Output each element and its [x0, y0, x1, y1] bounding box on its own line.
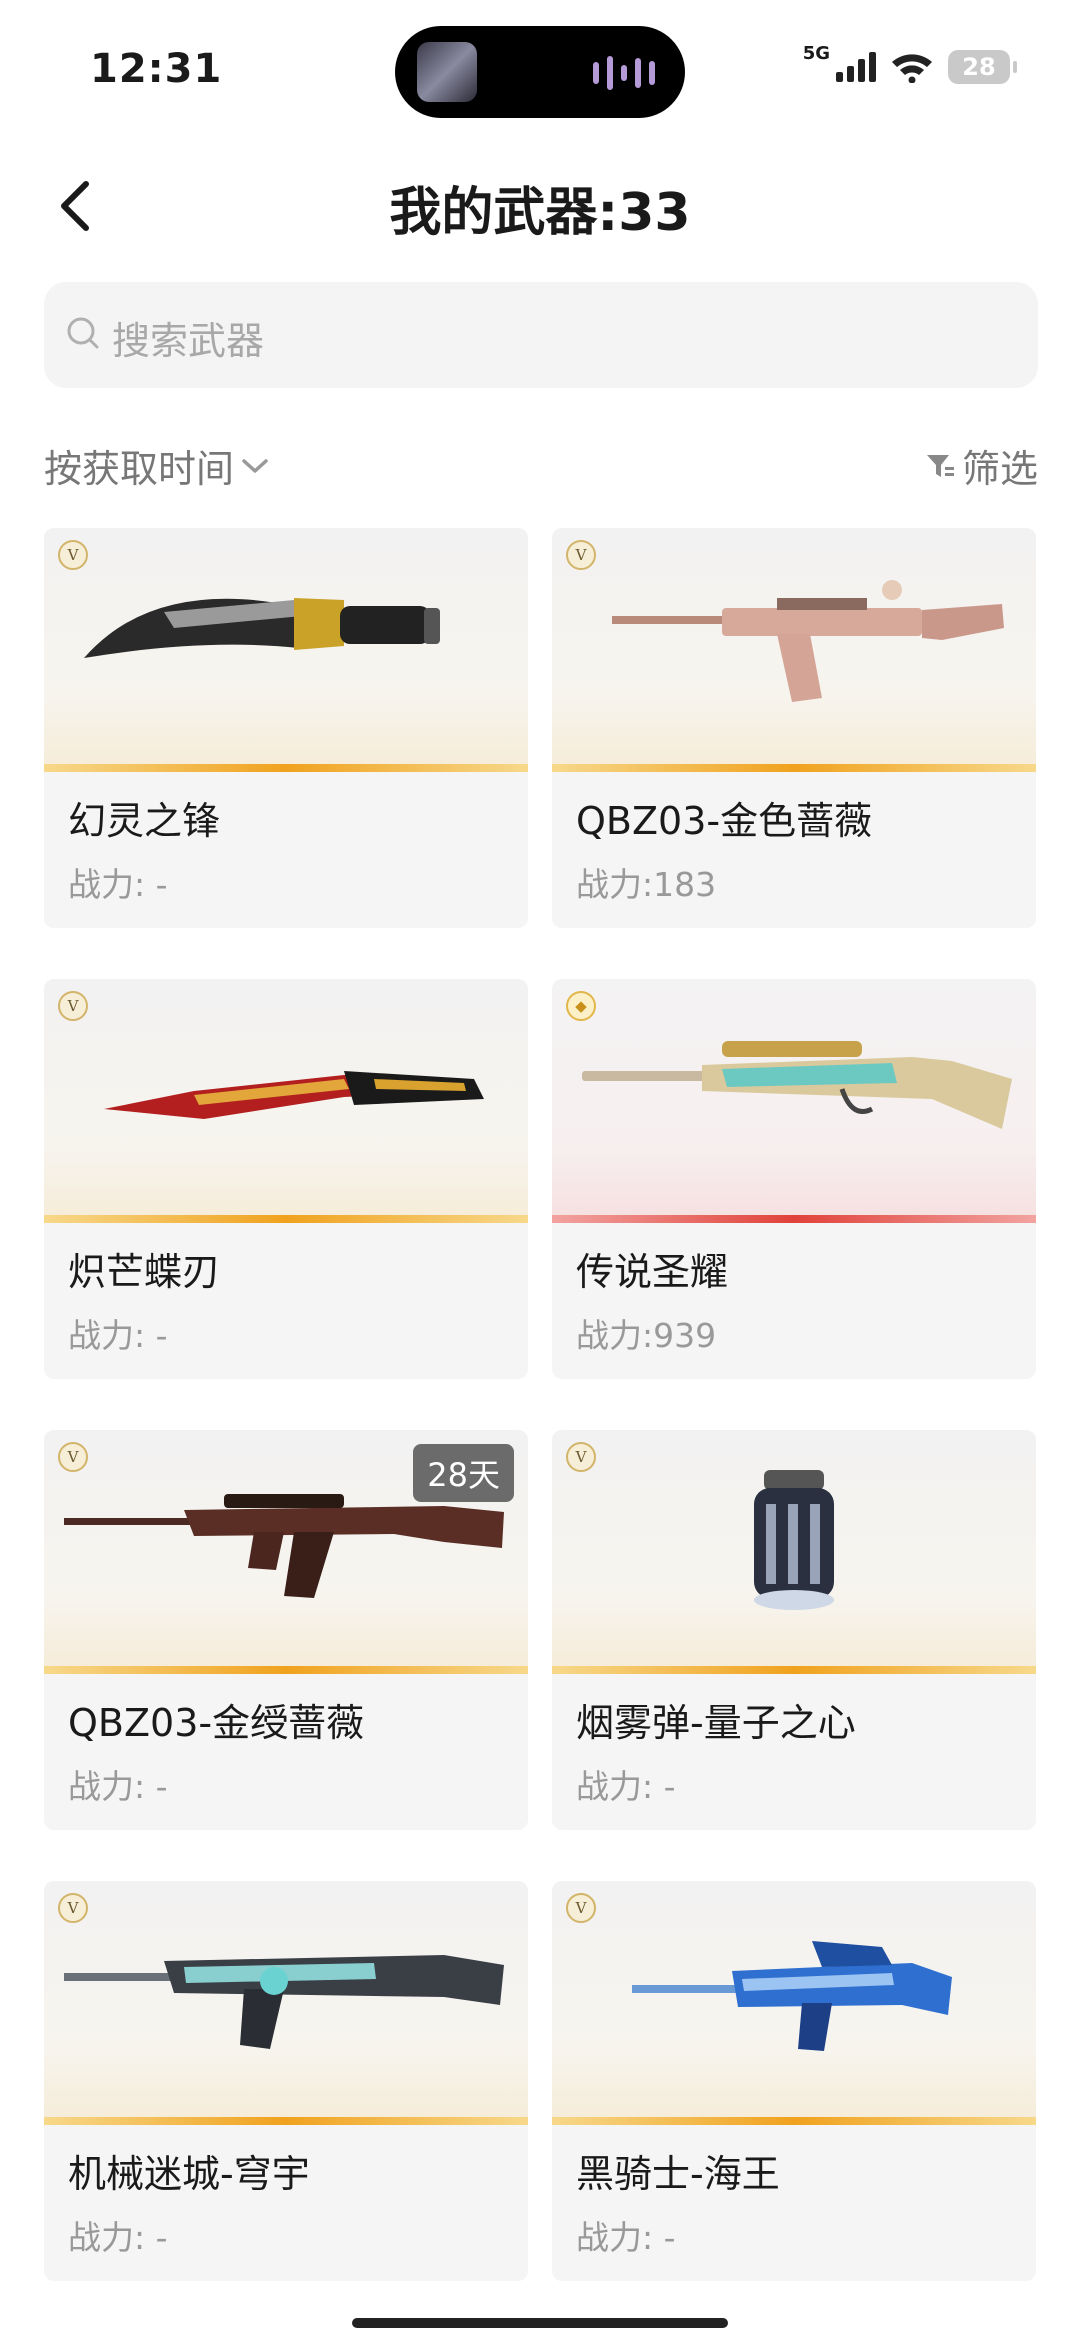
nav-header: 我的武器:33: [0, 150, 1080, 260]
weapon-card[interactable]: V QBZ03-金色蔷薇 战力:183: [552, 528, 1036, 928]
rarity-strip: [44, 764, 528, 772]
weapon-power: 战力: -: [68, 2218, 168, 2257]
cellular-signal-icon: [836, 52, 876, 82]
rarity-strip: [552, 1215, 1036, 1223]
battery-icon: 28: [948, 50, 1017, 84]
smoke-grenade-image: [754, 1470, 834, 1610]
sort-label: 按获取时间: [44, 447, 235, 491]
weapon-power: 战力: -: [576, 2218, 676, 2257]
app-thumbnail-icon: [417, 42, 477, 102]
status-time: 12:31: [90, 46, 223, 92]
network-type: 5G: [802, 42, 830, 64]
search-input[interactable]: 搜索武器: [44, 282, 1038, 388]
weapon-power: 战力: -: [68, 865, 168, 904]
sniper-weapon-image: [582, 1041, 1012, 1129]
filter-label: 筛选: [961, 447, 1038, 491]
battery-level: 28: [962, 53, 996, 81]
v-badge-icon: V: [566, 540, 596, 570]
audio-wave-icon: [593, 56, 655, 90]
blade-weapon-image: [104, 1071, 484, 1119]
weapon-power: 战力: -: [576, 1767, 676, 1806]
v-badge-icon: V: [58, 1442, 88, 1472]
weapon-power: 战力: -: [68, 1316, 168, 1355]
weapon-card[interactable]: V 幻灵之锋 战力: -: [44, 528, 528, 928]
filter-button[interactable]: 筛选: [924, 438, 1038, 493]
weapon-card[interactable]: V 炽芒蝶刃 战力: -: [44, 979, 528, 1379]
home-indicator[interactable]: [352, 2318, 728, 2328]
v-badge-icon: V: [566, 1442, 596, 1472]
weapon-name: QBZ03-金绶蔷薇: [68, 1701, 365, 1745]
status-bar: 12:31 5G 28: [0, 0, 1080, 140]
v-badge-icon: V: [566, 1893, 596, 1923]
weapon-power: 战力:939: [576, 1316, 717, 1355]
weapon-name: 黑骑士-海王: [576, 2152, 780, 2196]
status-indicators: 5G 28: [803, 43, 1017, 84]
weapon-power: 战力:183: [576, 865, 717, 904]
v-badge-icon: V: [58, 1893, 88, 1923]
sort-dropdown[interactable]: 按获取时间: [44, 438, 270, 493]
dynamic-island[interactable]: [395, 26, 685, 118]
machete-weapon-image: [84, 598, 440, 658]
weapon-card[interactable]: V 黑骑士-海王 战力: -: [552, 1881, 1036, 2281]
weapon-power: 战力: -: [68, 1767, 168, 1806]
weapon-card[interactable]: V 28天 QBZ03-金绶蔷薇 战力: -: [44, 1430, 528, 1830]
weapon-card[interactable]: ◆ 传说圣耀 战力:939: [552, 979, 1036, 1379]
rarity-strip: [44, 1666, 528, 1674]
rarity-strip: [552, 764, 1036, 772]
chevron-down-icon: [242, 458, 268, 473]
rarity-strip: [552, 1666, 1036, 1674]
rarity-strip: [44, 2117, 528, 2125]
days-remaining-badge: 28天: [413, 1444, 514, 1502]
weapon-name: 烟雾弹-量子之心: [576, 1701, 856, 1745]
v-badge-icon: V: [58, 540, 88, 570]
blue-rifle-weapon-image: [632, 1941, 952, 2051]
wifi-icon: [892, 54, 932, 83]
rarity-strip: [552, 2117, 1036, 2125]
search-icon: [67, 317, 99, 349]
page-title: 我的武器:33: [389, 183, 691, 243]
weapon-card[interactable]: V 烟雾弹-量子之心 战力: -: [552, 1430, 1036, 1830]
mech-rifle-weapon-image: [64, 1955, 504, 2049]
rarity-strip: [44, 1215, 528, 1223]
weapon-card[interactable]: V 机械迷城-穹宇 战力: -: [44, 1881, 528, 2281]
diamond-badge-icon: ◆: [566, 991, 596, 1021]
filter-funnel-icon: [926, 454, 954, 477]
search-placeholder: 搜索武器: [112, 319, 265, 363]
weapon-name: 炽芒蝶刃: [68, 1250, 221, 1294]
rifle-weapon-image: [612, 580, 1004, 702]
weapon-name: 机械迷城-穹宇: [68, 2152, 310, 2196]
weapon-name: 幻灵之锋: [68, 799, 221, 843]
v-badge-icon: V: [58, 991, 88, 1021]
weapon-name: 传说圣耀: [576, 1250, 729, 1294]
weapon-name: QBZ03-金色蔷薇: [576, 799, 873, 843]
